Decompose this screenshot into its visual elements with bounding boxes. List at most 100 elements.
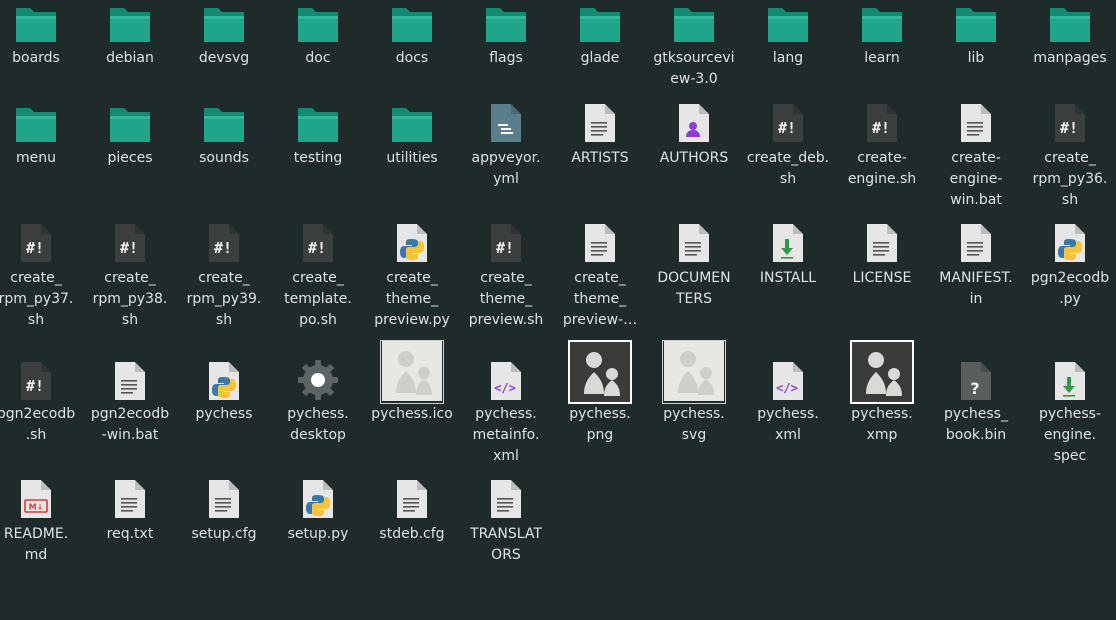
folder-icon <box>390 4 434 44</box>
file-item[interactable]: ARTISTS <box>555 100 645 220</box>
item-label: pychess. xml <box>757 406 819 443</box>
item-label: lib <box>967 50 985 66</box>
folder-item[interactable]: menu <box>0 100 81 220</box>
file-item[interactable]: </> pychess. metainfo. xml <box>461 340 551 464</box>
file-item[interactable]: stdeb.cfg <box>367 476 457 596</box>
svg-text:#!: #! <box>496 239 514 257</box>
file-item[interactable]: AUTHORS <box>649 100 739 220</box>
folder-icon <box>672 4 716 44</box>
binary-file-icon: ? <box>959 360 993 402</box>
item-label: pieces <box>107 150 153 166</box>
folder-icon <box>108 104 152 144</box>
folder-icon <box>296 4 340 44</box>
item-label: LICENSE <box>852 270 912 286</box>
item-label: README. md <box>3 526 69 563</box>
file-item[interactable]: #! create_ theme_ preview.sh <box>461 220 551 340</box>
item-label: utilities <box>386 150 438 166</box>
text-file-icon <box>113 478 147 520</box>
file-item[interactable]: pgn2ecodb -win.bat <box>85 340 175 460</box>
text-file-icon <box>489 478 523 520</box>
folder-icon <box>1048 4 1092 44</box>
text-file-icon <box>677 222 711 264</box>
item-label: pychess. xmp <box>851 406 913 443</box>
item-label: appveyor. yml <box>471 150 541 187</box>
folder-item[interactable]: testing <box>273 100 363 220</box>
file-item[interactable]: req.txt <box>85 476 175 596</box>
gear-icon <box>296 358 340 402</box>
file-item[interactable]: </> pychess. xml <box>743 340 833 460</box>
item-label: INSTALL <box>759 270 817 286</box>
folder-icon <box>766 4 810 44</box>
file-item[interactable]: ? pychess_ book.bin <box>931 340 1021 460</box>
file-item[interactable]: pychess <box>179 340 269 460</box>
svg-text:</>: </> <box>494 381 516 395</box>
folder-item[interactable]: sounds <box>179 100 269 220</box>
item-label: AUTHORS <box>659 150 729 166</box>
folder-item[interactable]: pieces <box>85 100 175 220</box>
python-file-icon <box>1053 222 1087 264</box>
file-item[interactable]: DOCUMEN TERS <box>649 220 739 340</box>
text-file-icon <box>395 478 429 520</box>
folder-icon <box>390 104 434 144</box>
shell-script-icon: #! <box>865 102 899 144</box>
file-item[interactable]: setup.cfg <box>179 476 269 596</box>
item-label: TRANSLAT ORS <box>470 526 542 563</box>
file-item[interactable]: INSTALL <box>743 220 833 340</box>
image-thumbnail-icon <box>850 340 914 404</box>
file-item[interactable]: pychess. svg <box>649 340 739 460</box>
item-label: lang <box>772 50 804 66</box>
file-item[interactable]: #! create- engine.sh <box>837 100 927 220</box>
file-item[interactable]: #! create_ rpm_py36. sh <box>1025 100 1115 220</box>
folder-icon <box>484 4 528 44</box>
folder-icon <box>954 4 998 44</box>
file-item[interactable]: MANIFEST. in <box>931 220 1021 340</box>
text-file-icon <box>959 102 993 144</box>
file-item[interactable]: pychess. png <box>555 340 645 460</box>
folder-icon <box>296 104 340 144</box>
file-item[interactable]: pychess. desktop <box>273 340 363 460</box>
file-item[interactable]: LICENSE <box>837 220 927 340</box>
file-item[interactable]: #! pgn2ecodb .sh <box>0 340 81 460</box>
folder-icon <box>202 104 246 144</box>
svg-text:?: ? <box>970 379 979 398</box>
file-item[interactable]: pychess.ico <box>367 340 457 460</box>
text-file-icon <box>583 102 617 144</box>
file-item[interactable]: setup.py <box>273 476 363 596</box>
item-label: devsvg <box>198 50 250 66</box>
file-item[interactable]: #! create_ template. po.sh <box>273 220 363 340</box>
item-label: create_ rpm_py38. sh <box>92 270 168 328</box>
svg-text:#!: #! <box>120 239 138 257</box>
item-label: DOCUMEN TERS <box>657 270 731 307</box>
svg-text:#!: #! <box>1060 119 1078 137</box>
file-item[interactable]: #! create_ rpm_py37. sh <box>0 220 81 340</box>
file-item[interactable]: M↓ README. md <box>0 476 81 596</box>
svg-text:#!: #! <box>26 377 44 395</box>
shell-script-icon: #! <box>113 222 147 264</box>
shell-script-icon: #! <box>207 222 241 264</box>
item-label: create_ rpm_py36. sh <box>1032 150 1108 208</box>
item-label: create_ template. po.sh <box>284 270 352 328</box>
file-item[interactable]: create- engine- win.bat <box>931 100 1021 220</box>
file-item[interactable]: #! create_deb. sh <box>743 100 833 220</box>
item-label: pgn2ecodb .sh <box>0 406 76 443</box>
file-item[interactable]: pychess- engine. spec <box>1025 340 1115 464</box>
item-label: create_ rpm_py39. sh <box>186 270 262 328</box>
folder-icon <box>14 104 58 144</box>
file-item[interactable]: create_ theme_ preview-… <box>555 220 645 340</box>
svg-text:#!: #! <box>872 119 890 137</box>
file-item[interactable]: create_ theme_ preview.py <box>367 220 457 340</box>
item-label: stdeb.cfg <box>379 526 445 542</box>
file-item[interactable]: pgn2ecodb .py <box>1025 220 1115 340</box>
svg-text:M↓: M↓ <box>29 503 44 512</box>
folder-item[interactable]: utilities <box>367 100 457 220</box>
python-file-icon <box>395 222 429 264</box>
item-label: ARTISTS <box>571 150 629 166</box>
file-item[interactable]: #! create_ rpm_py39. sh <box>179 220 269 340</box>
file-item[interactable]: #! create_ rpm_py38. sh <box>85 220 175 340</box>
item-label: boards <box>12 50 60 66</box>
file-item[interactable]: pychess. xmp <box>837 340 927 460</box>
yaml-file-icon <box>489 102 523 144</box>
file-item[interactable]: appveyor. yml <box>461 100 551 220</box>
file-item[interactable]: TRANSLAT ORS <box>461 476 551 596</box>
item-label: doc <box>305 50 331 66</box>
